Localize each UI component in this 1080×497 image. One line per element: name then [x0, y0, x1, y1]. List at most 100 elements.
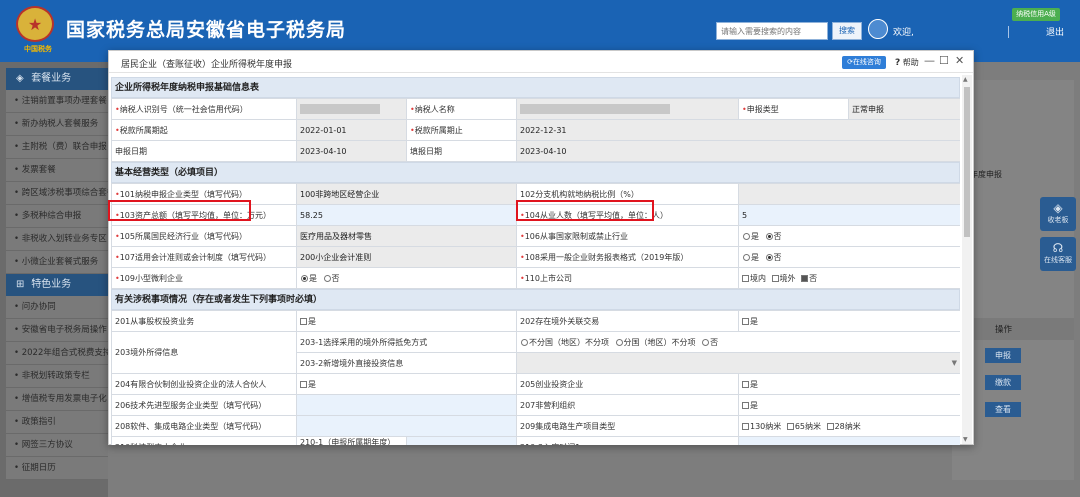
nonprofit-option: 是: [738, 394, 960, 416]
sidebar-item[interactable]: • 非税划转政策专栏: [6, 365, 108, 388]
table-row: 210科技型中小企业 210-1（申报所属期年度）入库编号1 210-2入库时间…: [111, 436, 960, 445]
checkbox-overseas[interactable]: [771, 274, 779, 282]
avatar[interactable]: [868, 19, 888, 39]
accounting-standard-select[interactable]: 200小企业会计准则: [296, 246, 517, 268]
sidebar-item[interactable]: • 主附税（费）联合申报: [6, 136, 108, 159]
sidebar-item[interactable]: • 新办纳税人套餐服务: [6, 113, 108, 136]
highlight-box-employees: [516, 200, 654, 221]
field-label-text: 税款所属期起: [119, 125, 168, 135]
option-label: 否: [773, 252, 782, 262]
field-label: 填报日期: [406, 140, 517, 162]
online-consult-button[interactable]: ⟳在线咨询: [842, 56, 886, 69]
welcome-label: 欢迎: [893, 28, 912, 38]
field-label: 210-1（申报所属期年度）入库编号1: [296, 436, 407, 445]
radio-option[interactable]: [521, 338, 528, 346]
sidebar-section-package[interactable]: ◈ 套餐业务: [6, 68, 108, 90]
sidebar-item[interactable]: • 2022年组合式税费支持: [6, 342, 108, 365]
tech-sme-number-input[interactable]: [406, 436, 517, 445]
radio-yes[interactable]: [743, 253, 750, 261]
taxpayer-id-field: [296, 98, 407, 120]
field-label: 206技术先进型服务企业类型（填写代码）: [111, 394, 297, 416]
checkbox-yes[interactable]: [742, 401, 749, 409]
total-assets-input[interactable]: 58.25: [296, 204, 517, 226]
maximize-icon[interactable]: ☐: [939, 54, 949, 67]
sidebar-item[interactable]: • 非税收入划转业务专区: [6, 228, 108, 251]
declare-button[interactable]: 申报: [985, 348, 1021, 363]
float-button-boss[interactable]: ◈ 收老板: [1040, 197, 1076, 231]
tech-service-type-input[interactable]: [296, 394, 517, 416]
radio-yes[interactable]: [743, 232, 750, 240]
sidebar-item[interactable]: • 注销前置事项办理套餐: [6, 90, 108, 113]
radio-option[interactable]: [702, 338, 710, 346]
software-type-input[interactable]: [296, 415, 517, 437]
table-row: 申报日期 2023-04-10 填报日期 2023-04-10: [111, 140, 960, 162]
option-label: 是: [751, 252, 759, 262]
radio-no[interactable]: [323, 274, 331, 282]
radio-option[interactable]: [615, 338, 623, 346]
question-icon: ?: [895, 58, 901, 68]
checkbox-domestic[interactable]: [742, 274, 749, 282]
option-label: 否: [809, 273, 818, 283]
modal-scrollbar-thumb[interactable]: [964, 87, 970, 237]
option-label: 否: [773, 231, 782, 241]
sidebar-section-featured[interactable]: ⊞ 特色业务: [6, 274, 108, 296]
tech-sme-date-input[interactable]: [738, 436, 960, 445]
field-label: 申报日期: [111, 140, 297, 162]
sidebar-item[interactable]: • 征期日历: [6, 457, 108, 480]
field-label: •税款所属期止: [406, 119, 517, 141]
sidebar-item-label: 2022年组合式税费支持: [21, 348, 108, 358]
checkbox-yes[interactable]: [742, 317, 749, 325]
field-label: 210-2入库时间1: [516, 436, 739, 445]
option-label: 是: [750, 316, 758, 326]
option-label: 是: [309, 273, 317, 283]
checkbox-65nm[interactable]: [786, 422, 794, 430]
checkbox-no[interactable]: [801, 274, 809, 282]
overseas-investment-select[interactable]: ▼: [516, 352, 960, 374]
search-input[interactable]: [716, 22, 828, 40]
sidebar-item-label: 政策指引: [21, 417, 56, 427]
section-tax-matters-title: 有关涉税事项情况（存在或者发生下列事项时必填）: [111, 289, 960, 310]
sidebar-item[interactable]: • 安徽省电子税务局操作: [6, 319, 108, 342]
logout-link[interactable]: 退出: [1046, 25, 1064, 38]
chevron-down-icon: ▼: [951, 359, 957, 367]
small-micro-options: 是 否: [296, 267, 517, 289]
view-button[interactable]: 查看: [985, 402, 1021, 417]
sidebar-item[interactable]: • 问办协同: [6, 296, 108, 319]
header-divider: [1008, 26, 1009, 38]
industry-value: 医疗用品及器材零售: [300, 231, 372, 241]
radio-yes[interactable]: [301, 274, 308, 282]
close-icon[interactable]: ✕: [955, 54, 964, 67]
pay-button[interactable]: 缴款: [985, 375, 1021, 390]
sidebar-item[interactable]: • 发票套餐: [6, 159, 108, 182]
headset-icon: ☊: [1052, 241, 1064, 255]
search-button[interactable]: 搜索: [832, 22, 862, 40]
field-label-text: 108采用一般企业财务报表格式（2019年版）: [524, 252, 689, 262]
industry-select[interactable]: 医疗用品及器材零售: [296, 225, 517, 247]
tax-matters-table: 201从事股权投资业务 是 202存在境外关联交易 是 203境外所得信息 20…: [111, 310, 960, 445]
emblem-text: 中国税务: [24, 45, 52, 53]
sidebar-item[interactable]: • 小微企业套餐式服务: [6, 251, 108, 274]
enterprise-type-select[interactable]: 100非跨地区经营企业: [296, 183, 517, 205]
sidebar-item[interactable]: • 多税种综合申报: [6, 205, 108, 228]
checkbox-28nm[interactable]: [826, 422, 834, 430]
checkbox-yes[interactable]: [742, 380, 749, 388]
checkbox-yes[interactable]: [300, 317, 307, 325]
scroll-down-icon[interactable]: ▼: [963, 436, 968, 443]
option-label: 境外: [779, 273, 796, 283]
field-label: •税款所属期起: [111, 119, 297, 141]
sidebar-item[interactable]: • 政策指引: [6, 411, 108, 434]
checkbox-yes[interactable]: [300, 380, 307, 388]
chip-process-options: 130纳米 65纳米 28纳米: [738, 415, 960, 437]
radio-no[interactable]: [765, 232, 773, 240]
scroll-up-icon[interactable]: ▲: [963, 76, 968, 83]
sidebar-item[interactable]: • 网签三方协议: [6, 434, 108, 457]
welcome-text: 欢迎,: [893, 28, 914, 38]
radio-no[interactable]: [765, 253, 773, 261]
minimize-icon[interactable]: —: [924, 54, 935, 67]
checkbox-130nm[interactable]: [742, 422, 749, 430]
sidebar-item[interactable]: • 跨区域涉税事项综合套餐: [6, 182, 108, 205]
employee-count-input[interactable]: 5: [738, 204, 960, 226]
help-link[interactable]: ? 帮助: [895, 57, 919, 68]
sidebar-item[interactable]: • 增值税专用发票电子化: [6, 388, 108, 411]
float-button-service[interactable]: ☊ 在线客服: [1040, 237, 1076, 271]
